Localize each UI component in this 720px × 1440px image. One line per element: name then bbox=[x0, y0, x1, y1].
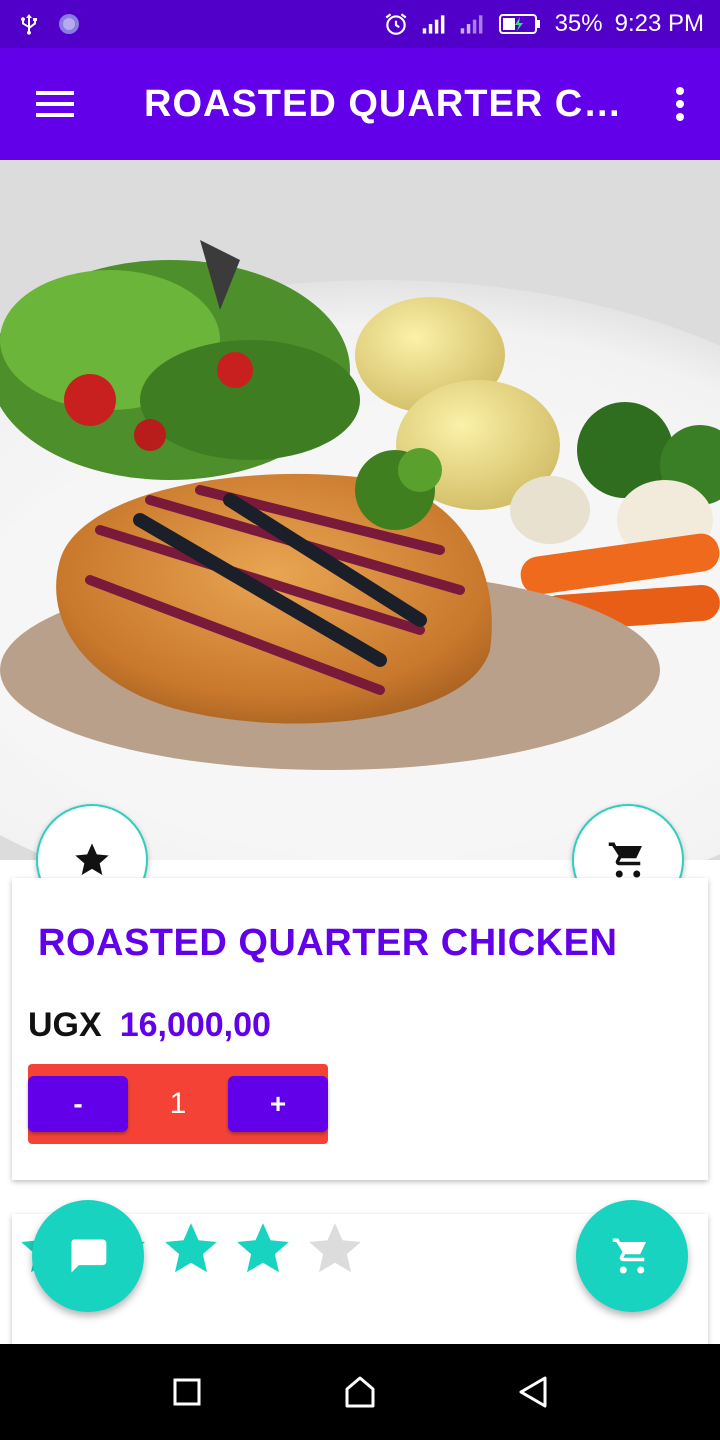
signal-icon bbox=[421, 11, 447, 37]
clock: 9:23 PM bbox=[614, 10, 704, 37]
view-cart-button[interactable] bbox=[576, 1200, 688, 1312]
chat-icon bbox=[71, 1239, 107, 1273]
usb-icon bbox=[16, 11, 42, 37]
menu-button[interactable] bbox=[0, 48, 112, 160]
alarm-icon bbox=[383, 11, 409, 37]
home-button[interactable] bbox=[330, 1362, 390, 1422]
decrease-quantity-button[interactable]: - bbox=[28, 1076, 128, 1132]
system-nav-bar bbox=[0, 1344, 720, 1440]
star-filled-icon[interactable] bbox=[232, 1218, 294, 1280]
page-title: ROASTED QUARTER CH… bbox=[144, 82, 624, 125]
star-filled-icon[interactable] bbox=[160, 1218, 222, 1280]
recents-icon bbox=[173, 1378, 201, 1406]
more-vert-icon bbox=[676, 87, 684, 121]
quantity-stepper: - 1 + bbox=[28, 1064, 328, 1144]
shopping-cart-icon bbox=[608, 842, 642, 878]
product-image bbox=[0, 160, 720, 860]
home-icon bbox=[345, 1376, 375, 1408]
recents-button[interactable] bbox=[157, 1362, 217, 1422]
app-notification-icon bbox=[56, 11, 82, 37]
battery-charging-icon bbox=[497, 11, 543, 37]
product-name: ROASTED QUARTER CHICKEN bbox=[38, 922, 618, 964]
quantity-value: 1 bbox=[169, 1087, 187, 1120]
battery-percent: 35% bbox=[554, 10, 603, 37]
back-button[interactable] bbox=[503, 1362, 563, 1422]
price-row: UGX 16,000,00 bbox=[28, 1006, 271, 1045]
back-icon bbox=[519, 1376, 547, 1408]
increase-quantity-button[interactable]: + bbox=[228, 1076, 328, 1132]
price-value: 16,000,00 bbox=[119, 1006, 271, 1044]
more-options-button[interactable] bbox=[660, 82, 700, 126]
signal-icon bbox=[459, 11, 485, 37]
chat-button[interactable] bbox=[32, 1200, 144, 1312]
app-bar: ROASTED QUARTER CH… bbox=[0, 48, 720, 160]
shopping-cart-icon bbox=[612, 1238, 646, 1274]
menu-icon bbox=[36, 91, 74, 117]
status-bar: 35% 9:23 PM bbox=[0, 0, 720, 48]
star-icon bbox=[75, 843, 109, 875]
product-card: ROASTED QUARTER CHICKEN UGX 16,000,00 - … bbox=[12, 878, 708, 1180]
currency-label: UGX bbox=[28, 1006, 102, 1044]
star-empty-icon[interactable] bbox=[304, 1218, 366, 1280]
